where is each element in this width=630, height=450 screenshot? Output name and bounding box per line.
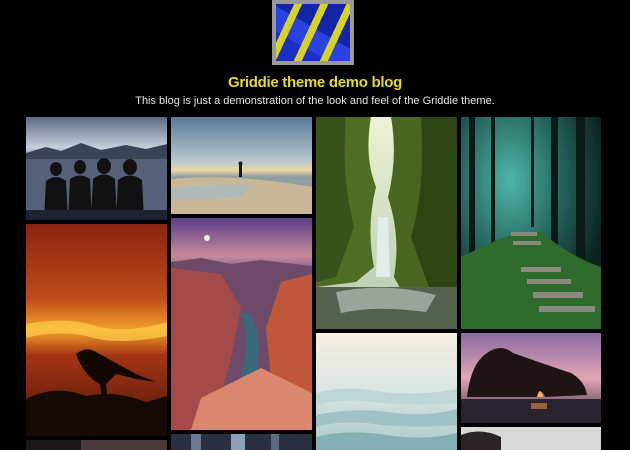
friends-at-lake-image — [26, 117, 167, 220]
post-thumbnail-partial-dark[interactable] — [26, 440, 167, 450]
post-thumbnail-grand-canyon[interactable] — [171, 218, 312, 430]
grand-canyon-image — [171, 218, 312, 430]
post-thumbnail-partial-rock[interactable] — [461, 427, 601, 450]
post-thumbnail-rock-arch-sunset[interactable] — [461, 333, 601, 423]
post-thumbnail-partial-city[interactable] — [171, 434, 312, 450]
mossy-canyon-image — [316, 117, 457, 329]
partial-dark-image — [26, 440, 167, 450]
post-thumbnail-person-on-beach[interactable] — [171, 117, 312, 214]
site-tagline: This blog is just a demonstration of the… — [135, 95, 495, 107]
site-logo[interactable] — [272, 0, 354, 65]
partial-city-image — [171, 434, 312, 450]
bird-at-sunset-image — [26, 224, 167, 436]
forest-steps-image — [461, 117, 601, 329]
misty-hills-image — [316, 333, 457, 450]
person-on-beach-image — [171, 117, 312, 214]
post-thumbnail-misty-hills[interactable] — [316, 333, 457, 450]
post-thumbnail-forest-steps[interactable] — [461, 117, 601, 329]
rock-arch-sunset-image — [461, 333, 601, 423]
site-title[interactable]: Griddie theme demo blog — [0, 74, 630, 91]
partial-rock-image — [461, 427, 601, 450]
post-thumbnail-bird-at-sunset[interactable] — [26, 224, 167, 436]
post-thumbnail-mossy-canyon[interactable] — [316, 117, 457, 329]
post-thumbnail-friends-at-lake[interactable] — [26, 117, 167, 220]
abstract-blue-yellow-logo-icon — [276, 4, 350, 61]
